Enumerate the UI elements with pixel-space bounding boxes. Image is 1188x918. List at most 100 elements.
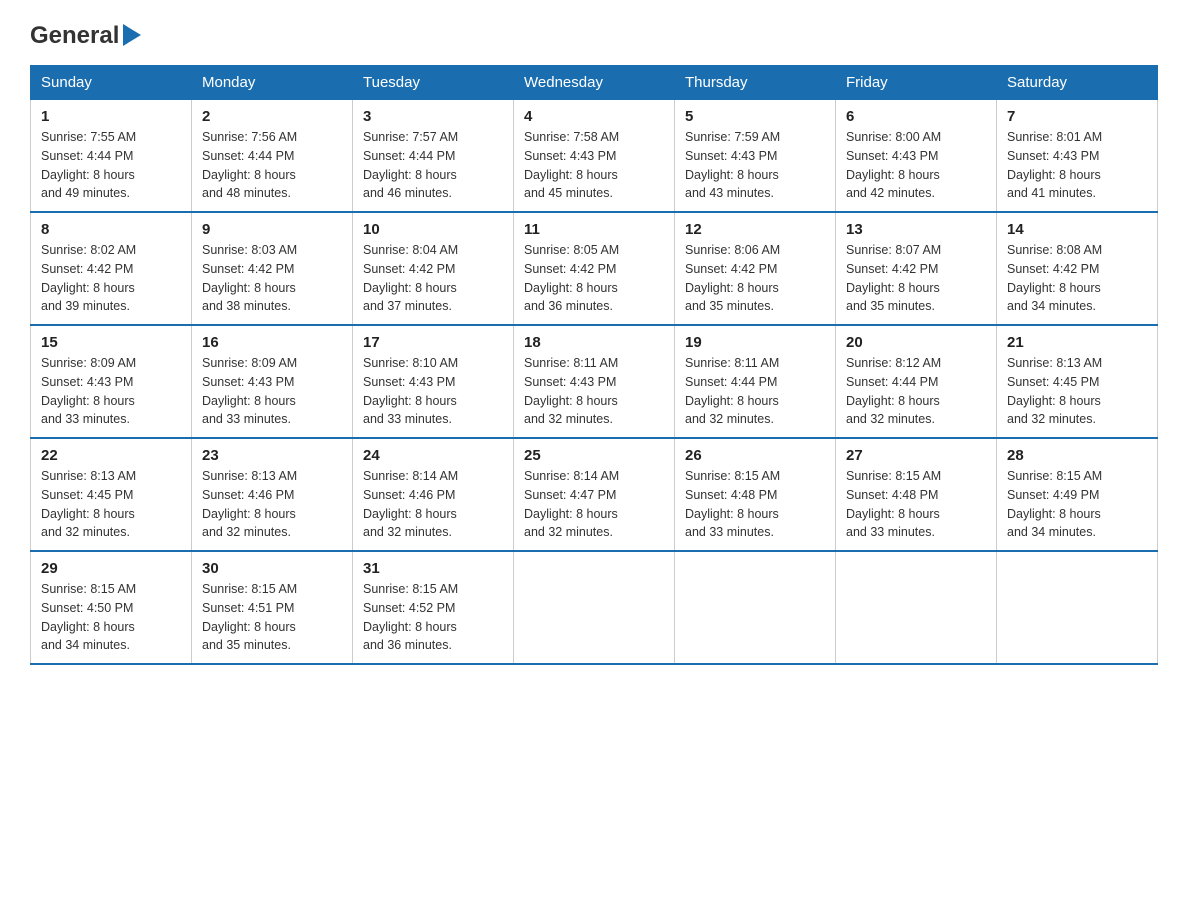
calendar-header-row: SundayMondayTuesdayWednesdayThursdayFrid… — [31, 66, 1158, 100]
day-info: Sunrise: 8:13 AM Sunset: 4:46 PM Dayligh… — [202, 467, 342, 542]
calendar-cell — [675, 551, 836, 664]
day-info: Sunrise: 7:59 AM Sunset: 4:43 PM Dayligh… — [685, 128, 825, 203]
day-number: 21 — [1007, 334, 1147, 351]
calendar-cell: 6 Sunrise: 8:00 AM Sunset: 4:43 PM Dayli… — [836, 100, 997, 213]
calendar-cell — [836, 551, 997, 664]
day-info: Sunrise: 8:15 AM Sunset: 4:50 PM Dayligh… — [41, 580, 181, 655]
week-row-3: 15 Sunrise: 8:09 AM Sunset: 4:43 PM Dayl… — [31, 325, 1158, 438]
day-number: 24 — [363, 447, 503, 464]
day-info: Sunrise: 8:03 AM Sunset: 4:42 PM Dayligh… — [202, 241, 342, 316]
day-number: 13 — [846, 221, 986, 238]
day-info: Sunrise: 7:55 AM Sunset: 4:44 PM Dayligh… — [41, 128, 181, 203]
calendar-cell: 7 Sunrise: 8:01 AM Sunset: 4:43 PM Dayli… — [997, 100, 1158, 213]
calendar-cell: 12 Sunrise: 8:06 AM Sunset: 4:42 PM Dayl… — [675, 212, 836, 325]
day-number: 11 — [524, 221, 664, 238]
day-number: 5 — [685, 108, 825, 125]
calendar-cell: 24 Sunrise: 8:14 AM Sunset: 4:46 PM Dayl… — [353, 438, 514, 551]
day-info: Sunrise: 8:11 AM Sunset: 4:44 PM Dayligh… — [685, 354, 825, 429]
day-number: 8 — [41, 221, 181, 238]
day-info: Sunrise: 8:09 AM Sunset: 4:43 PM Dayligh… — [41, 354, 181, 429]
week-row-4: 22 Sunrise: 8:13 AM Sunset: 4:45 PM Dayl… — [31, 438, 1158, 551]
day-number: 22 — [41, 447, 181, 464]
day-number: 9 — [202, 221, 342, 238]
logo-general-text: General — [30, 22, 119, 50]
day-info: Sunrise: 8:09 AM Sunset: 4:43 PM Dayligh… — [202, 354, 342, 429]
day-info: Sunrise: 8:05 AM Sunset: 4:42 PM Dayligh… — [524, 241, 664, 316]
calendar-cell — [997, 551, 1158, 664]
calendar-cell: 17 Sunrise: 8:10 AM Sunset: 4:43 PM Dayl… — [353, 325, 514, 438]
day-info: Sunrise: 8:15 AM Sunset: 4:49 PM Dayligh… — [1007, 467, 1147, 542]
day-info: Sunrise: 8:11 AM Sunset: 4:43 PM Dayligh… — [524, 354, 664, 429]
day-number: 7 — [1007, 108, 1147, 125]
day-info: Sunrise: 8:06 AM Sunset: 4:42 PM Dayligh… — [685, 241, 825, 316]
page-header: General — [30, 20, 1158, 49]
day-info: Sunrise: 8:01 AM Sunset: 4:43 PM Dayligh… — [1007, 128, 1147, 203]
calendar-cell: 31 Sunrise: 8:15 AM Sunset: 4:52 PM Dayl… — [353, 551, 514, 664]
day-info: Sunrise: 8:14 AM Sunset: 4:47 PM Dayligh… — [524, 467, 664, 542]
day-number: 18 — [524, 334, 664, 351]
day-number: 23 — [202, 447, 342, 464]
day-number: 17 — [363, 334, 503, 351]
calendar-cell: 2 Sunrise: 7:56 AM Sunset: 4:44 PM Dayli… — [192, 100, 353, 213]
calendar-cell: 23 Sunrise: 8:13 AM Sunset: 4:46 PM Dayl… — [192, 438, 353, 551]
day-info: Sunrise: 8:04 AM Sunset: 4:42 PM Dayligh… — [363, 241, 503, 316]
calendar-cell: 26 Sunrise: 8:15 AM Sunset: 4:48 PM Dayl… — [675, 438, 836, 551]
day-number: 10 — [363, 221, 503, 238]
week-row-1: 1 Sunrise: 7:55 AM Sunset: 4:44 PM Dayli… — [31, 100, 1158, 213]
day-info: Sunrise: 8:00 AM Sunset: 4:43 PM Dayligh… — [846, 128, 986, 203]
header-wednesday: Wednesday — [514, 66, 675, 100]
calendar-cell: 28 Sunrise: 8:15 AM Sunset: 4:49 PM Dayl… — [997, 438, 1158, 551]
day-number: 1 — [41, 108, 181, 125]
header-tuesday: Tuesday — [353, 66, 514, 100]
day-number: 19 — [685, 334, 825, 351]
calendar-cell: 13 Sunrise: 8:07 AM Sunset: 4:42 PM Dayl… — [836, 212, 997, 325]
day-info: Sunrise: 8:13 AM Sunset: 4:45 PM Dayligh… — [41, 467, 181, 542]
header-monday: Monday — [192, 66, 353, 100]
day-info: Sunrise: 7:56 AM Sunset: 4:44 PM Dayligh… — [202, 128, 342, 203]
header-sunday: Sunday — [31, 66, 192, 100]
day-number: 2 — [202, 108, 342, 125]
day-number: 31 — [363, 560, 503, 577]
day-number: 12 — [685, 221, 825, 238]
day-info: Sunrise: 8:15 AM Sunset: 4:48 PM Dayligh… — [685, 467, 825, 542]
day-number: 25 — [524, 447, 664, 464]
logo-arrow-icon — [123, 24, 141, 51]
day-info: Sunrise: 8:02 AM Sunset: 4:42 PM Dayligh… — [41, 241, 181, 316]
calendar-cell: 1 Sunrise: 7:55 AM Sunset: 4:44 PM Dayli… — [31, 100, 192, 213]
header-thursday: Thursday — [675, 66, 836, 100]
day-info: Sunrise: 8:07 AM Sunset: 4:42 PM Dayligh… — [846, 241, 986, 316]
calendar-cell: 5 Sunrise: 7:59 AM Sunset: 4:43 PM Dayli… — [675, 100, 836, 213]
calendar-cell: 4 Sunrise: 7:58 AM Sunset: 4:43 PM Dayli… — [514, 100, 675, 213]
day-number: 29 — [41, 560, 181, 577]
day-info: Sunrise: 8:12 AM Sunset: 4:44 PM Dayligh… — [846, 354, 986, 429]
calendar-cell: 30 Sunrise: 8:15 AM Sunset: 4:51 PM Dayl… — [192, 551, 353, 664]
calendar-cell: 3 Sunrise: 7:57 AM Sunset: 4:44 PM Dayli… — [353, 100, 514, 213]
day-number: 30 — [202, 560, 342, 577]
day-number: 6 — [846, 108, 986, 125]
logo: General — [30, 20, 141, 49]
day-info: Sunrise: 8:13 AM Sunset: 4:45 PM Dayligh… — [1007, 354, 1147, 429]
header-friday: Friday — [836, 66, 997, 100]
calendar-cell: 10 Sunrise: 8:04 AM Sunset: 4:42 PM Dayl… — [353, 212, 514, 325]
day-number: 28 — [1007, 447, 1147, 464]
day-number: 14 — [1007, 221, 1147, 238]
day-info: Sunrise: 7:57 AM Sunset: 4:44 PM Dayligh… — [363, 128, 503, 203]
calendar-cell: 21 Sunrise: 8:13 AM Sunset: 4:45 PM Dayl… — [997, 325, 1158, 438]
day-number: 27 — [846, 447, 986, 464]
day-number: 16 — [202, 334, 342, 351]
day-info: Sunrise: 8:08 AM Sunset: 4:42 PM Dayligh… — [1007, 241, 1147, 316]
week-row-2: 8 Sunrise: 8:02 AM Sunset: 4:42 PM Dayli… — [31, 212, 1158, 325]
day-number: 3 — [363, 108, 503, 125]
calendar-cell: 20 Sunrise: 8:12 AM Sunset: 4:44 PM Dayl… — [836, 325, 997, 438]
day-number: 20 — [846, 334, 986, 351]
day-info: Sunrise: 8:15 AM Sunset: 4:48 PM Dayligh… — [846, 467, 986, 542]
week-row-5: 29 Sunrise: 8:15 AM Sunset: 4:50 PM Dayl… — [31, 551, 1158, 664]
calendar-cell: 25 Sunrise: 8:14 AM Sunset: 4:47 PM Dayl… — [514, 438, 675, 551]
calendar-cell: 14 Sunrise: 8:08 AM Sunset: 4:42 PM Dayl… — [997, 212, 1158, 325]
day-number: 26 — [685, 447, 825, 464]
calendar-table: SundayMondayTuesdayWednesdayThursdayFrid… — [30, 65, 1158, 665]
day-info: Sunrise: 8:14 AM Sunset: 4:46 PM Dayligh… — [363, 467, 503, 542]
day-info: Sunrise: 8:15 AM Sunset: 4:52 PM Dayligh… — [363, 580, 503, 655]
calendar-cell: 27 Sunrise: 8:15 AM Sunset: 4:48 PM Dayl… — [836, 438, 997, 551]
header-saturday: Saturday — [997, 66, 1158, 100]
